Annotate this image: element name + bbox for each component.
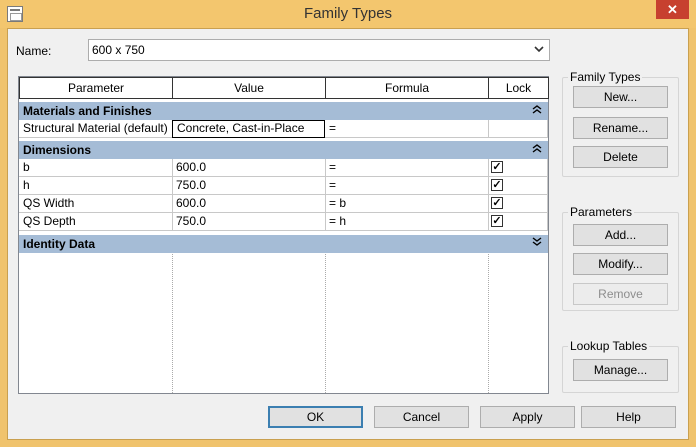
modify-parameter-button[interactable]: Modify... — [573, 253, 668, 275]
table-row: Structural Material (default) Concrete, … — [19, 120, 548, 138]
lock-checkbox[interactable]: ✓ — [491, 179, 503, 191]
title-bar: Family Types ✕ — [0, 0, 696, 28]
param-name: h — [19, 177, 173, 195]
rename-type-button[interactable]: Rename... — [573, 117, 668, 139]
remove-parameter-button[interactable]: Remove — [573, 283, 668, 305]
param-name: QS Width — [19, 195, 173, 213]
ok-button[interactable]: OK — [268, 406, 363, 428]
column-header-formula[interactable]: Formula — [325, 77, 489, 99]
name-dropdown[interactable]: 600 x 750 — [88, 39, 550, 61]
group-label: Materials and Finishes — [23, 104, 152, 118]
help-button[interactable]: Help — [581, 406, 676, 428]
add-parameter-button[interactable]: Add... — [573, 224, 668, 246]
lookup-tables-group-title: Lookup Tables — [568, 339, 650, 353]
value-cell[interactable]: 600.0 — [172, 195, 326, 213]
lock-cell: ✓ — [488, 213, 548, 231]
table-row: QS Width 600.0 = b ✓ — [19, 195, 548, 213]
table-row: h 750.0 = ✓ — [19, 177, 548, 195]
table-row: b 600.0 = ✓ — [19, 159, 548, 177]
material-value-field[interactable]: Concrete, Cast-in-Place — [172, 120, 325, 138]
value-cell[interactable]: 600.0 — [172, 159, 326, 177]
group-materials-and-finishes[interactable]: Materials and Finishes — [19, 102, 548, 120]
param-name: Structural Material (default) — [19, 120, 173, 138]
value-cell[interactable]: 750.0 — [172, 213, 326, 231]
collapse-icon[interactable] — [532, 141, 542, 159]
column-divider — [172, 254, 173, 393]
table-row: QS Depth 750.0 = h ✓ — [19, 213, 548, 231]
expand-icon[interactable] — [532, 235, 542, 253]
group-label: Identity Data — [23, 237, 96, 251]
lock-cell: ✓ — [488, 159, 548, 177]
lock-checkbox[interactable]: ✓ — [491, 197, 503, 209]
family-types-group-title: Family Types — [568, 70, 643, 84]
lock-cell: ✓ — [488, 195, 548, 213]
parameters-group-title: Parameters — [568, 205, 635, 219]
apply-button[interactable]: Apply — [480, 406, 575, 428]
close-button[interactable]: ✕ — [656, 0, 689, 19]
formula-cell[interactable]: = h — [325, 213, 489, 231]
dialog-body: Name: 600 x 750 Parameter Value Formula … — [7, 28, 689, 440]
group-dimensions[interactable]: Dimensions — [19, 141, 548, 159]
manage-lookup-tables-button[interactable]: Manage... — [573, 359, 668, 381]
param-name: b — [19, 159, 173, 177]
parameters-table: Parameter Value Formula Lock Materials a… — [18, 76, 549, 394]
formula-cell[interactable]: = — [325, 120, 489, 138]
formula-cell[interactable]: = — [325, 159, 489, 177]
delete-type-button[interactable]: Delete — [573, 146, 668, 168]
param-name: QS Depth — [19, 213, 173, 231]
chevron-down-icon[interactable] — [533, 42, 545, 59]
column-divider — [488, 254, 489, 393]
new-type-button[interactable]: New... — [573, 86, 668, 108]
column-header-parameter[interactable]: Parameter — [19, 77, 173, 99]
group-identity-data[interactable]: Identity Data — [19, 235, 548, 253]
column-header-lock[interactable]: Lock — [488, 77, 549, 99]
formula-cell[interactable]: = — [325, 177, 489, 195]
cancel-button[interactable]: Cancel — [374, 406, 469, 428]
lock-cell — [488, 120, 548, 138]
lock-checkbox[interactable]: ✓ — [491, 215, 503, 227]
group-label: Dimensions — [23, 143, 92, 157]
formula-cell[interactable]: = b — [325, 195, 489, 213]
name-label: Name: — [16, 44, 52, 58]
value-cell[interactable]: 750.0 — [172, 177, 326, 195]
collapse-icon[interactable] — [532, 102, 542, 120]
window-title: Family Types — [303, 5, 393, 22]
lock-cell: ✓ — [488, 177, 548, 195]
lock-checkbox[interactable]: ✓ — [491, 161, 503, 173]
name-dropdown-value: 600 x 750 — [92, 43, 145, 57]
column-header-value[interactable]: Value — [172, 77, 326, 99]
column-divider — [325, 254, 326, 393]
